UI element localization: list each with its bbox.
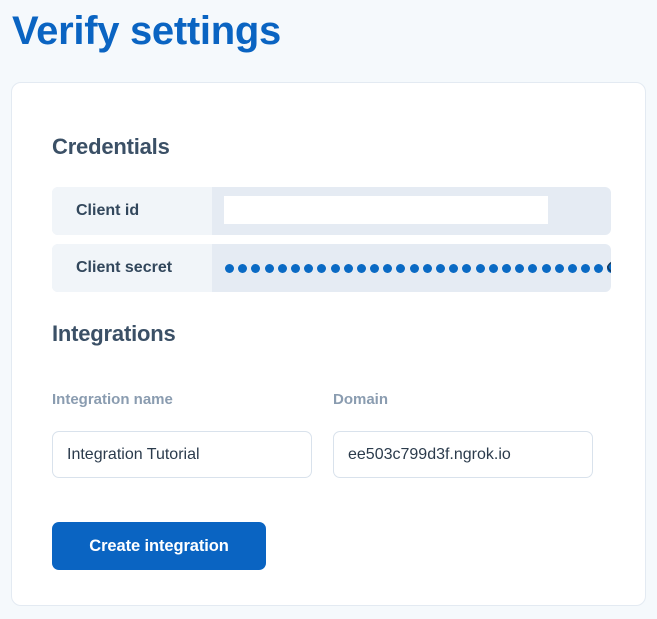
- mask-dot: [515, 263, 525, 273]
- credential-value-client-id[interactable]: [212, 187, 611, 235]
- integration-name-label: Integration name: [52, 391, 173, 408]
- settings-card: Credentials Client id Client secret Inte…: [11, 82, 646, 606]
- mask-dot: [581, 263, 591, 273]
- mask-dot: [488, 263, 498, 273]
- masked-secret-dots: [225, 263, 611, 273]
- domain-label: Domain: [333, 391, 389, 408]
- mask-dot: [383, 263, 393, 273]
- credential-label-client-id: Client id: [52, 187, 212, 235]
- domain-input[interactable]: [333, 431, 593, 478]
- mask-dot: [422, 263, 432, 273]
- mask-dot: [567, 263, 577, 273]
- mask-dot: [251, 263, 261, 273]
- mask-dot: [594, 263, 604, 273]
- mask-dot: [356, 263, 366, 273]
- mask-dot: [343, 263, 353, 273]
- mask-dot: [277, 263, 287, 273]
- mask-dot: [264, 263, 274, 273]
- mask-dot: [554, 263, 564, 273]
- mask-dot: [225, 263, 234, 273]
- mask-dot: [370, 263, 380, 273]
- eye-icon: [606, 259, 611, 278]
- mask-dot: [462, 263, 472, 273]
- credentials-heading: Credentials: [52, 134, 170, 159]
- credential-label-client-secret: Client secret: [52, 244, 212, 292]
- credential-row-client-id: Client id: [52, 187, 611, 235]
- mask-dot: [501, 263, 511, 273]
- mask-dot: [436, 263, 445, 273]
- integration-name-input[interactable]: [52, 431, 312, 478]
- mask-dot: [449, 263, 459, 273]
- mask-dot: [304, 263, 314, 273]
- mask-dot: [317, 263, 327, 273]
- create-integration-button[interactable]: Create integration: [52, 522, 266, 570]
- mask-dot: [541, 263, 551, 273]
- integrations-heading: Integrations: [52, 321, 176, 346]
- mask-dot: [475, 263, 485, 273]
- page-title: Verify settings: [12, 9, 281, 53]
- credential-row-client-secret: Client secret: [52, 244, 611, 292]
- verify-settings-page: Verify settings Credentials Client id Cl…: [0, 0, 657, 619]
- mask-dot: [290, 263, 300, 273]
- credential-value-client-secret[interactable]: [212, 244, 611, 292]
- mask-dot: [396, 263, 406, 273]
- mask-dot: [330, 263, 340, 273]
- mask-dot: [238, 263, 248, 273]
- reveal-secret-button[interactable]: [606, 257, 611, 279]
- mask-dot: [409, 263, 419, 273]
- mask-dot: [528, 263, 538, 273]
- redacted-value-box: [224, 196, 548, 224]
